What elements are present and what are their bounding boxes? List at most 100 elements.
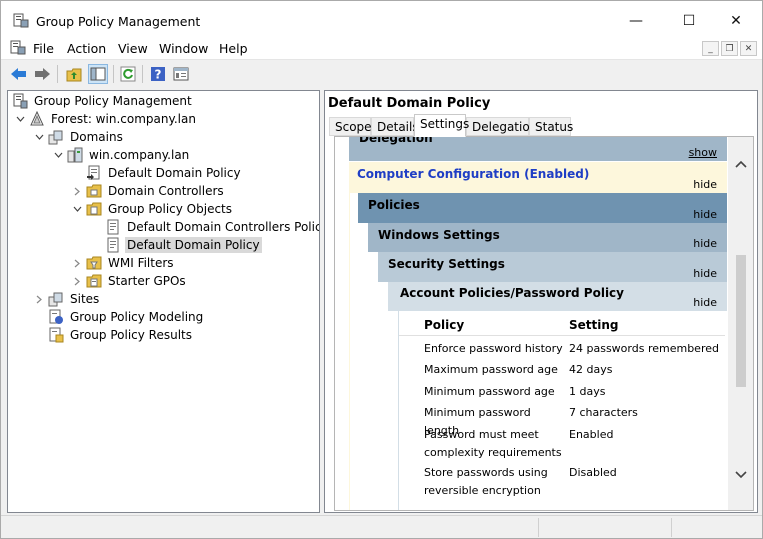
toolbar-separator: [113, 65, 114, 83]
hide-computer-link[interactable]: hide: [693, 178, 717, 191]
tab-scope[interactable]: Scope: [329, 117, 372, 136]
tab-settings[interactable]: Settings: [414, 114, 469, 137]
tree-item-gpm-root[interactable]: Group Policy Management: [12, 92, 194, 110]
gpm-app-icon: [13, 13, 29, 28]
menu-action[interactable]: Action: [67, 41, 106, 56]
tree-item-gp-results[interactable]: Group Policy Results: [48, 326, 194, 344]
tab-delegation[interactable]: Delegation: [466, 117, 537, 136]
back-arrow-icon[interactable]: [10, 65, 28, 83]
scroll-up-icon[interactable]: [733, 156, 749, 172]
table-row: Store passwords using reversible encrypt…: [424, 466, 617, 497]
status-segment: [671, 518, 761, 537]
hide-policies-link[interactable]: hide: [693, 208, 717, 221]
table-row: Enforce password history 24 passwords re…: [424, 342, 719, 355]
scrollbar-thumb[interactable]: [736, 255, 746, 387]
menu-window[interactable]: Window: [159, 41, 208, 56]
expand-chevron-icon[interactable]: [71, 275, 83, 287]
collapse-chevron-icon[interactable]: [52, 149, 64, 161]
tree-item-gpo-default-domain-controllers-policy[interactable]: Default Domain Controllers Policy: [105, 218, 319, 236]
settings-report[interactable]: Delegation show Computer Configuration (…: [334, 136, 754, 511]
collapse-chevron-icon[interactable]: [33, 131, 45, 143]
collapse-chevron-icon[interactable]: [14, 113, 26, 125]
maximize-button[interactable]: ☐: [669, 7, 709, 35]
band-windows-settings: Windows Settings hide: [368, 223, 727, 252]
band-security-settings: Security Settings hide: [378, 252, 727, 282]
band-security-header: Security Settings: [388, 257, 505, 271]
toolbar: ?: [1, 59, 762, 87]
column-header-setting: Setting: [569, 318, 619, 332]
menu-help[interactable]: Help: [219, 41, 248, 56]
gpo-icon: [105, 219, 121, 235]
forest-icon: [29, 110, 45, 127]
gpo-link-icon: [86, 165, 102, 181]
hide-windows-link[interactable]: hide: [693, 237, 717, 250]
expand-chevron-icon[interactable]: [71, 257, 83, 269]
starter-gpo-folder-icon: [86, 273, 102, 289]
band-delegation: Delegation show: [349, 137, 727, 161]
scroll-down-icon[interactable]: [733, 467, 749, 483]
tree-item-link-default-domain-policy[interactable]: Default Domain Policy: [86, 164, 243, 182]
mdi-close-button[interactable]: ✕: [740, 41, 757, 56]
tree-item-domain-win-company-lan[interactable]: win.company.lan: [52, 146, 191, 164]
band-policies-header: Policies: [368, 198, 420, 212]
minimize-button[interactable]: —: [616, 7, 656, 35]
vertical-scrollbar[interactable]: [728, 137, 753, 510]
band-computer-configuration: Computer Configuration (Enabled) hide: [349, 162, 727, 193]
tree-item-gp-modeling[interactable]: Group Policy Modeling: [48, 308, 205, 326]
results-icon: [48, 327, 64, 343]
menu-view[interactable]: View: [118, 41, 148, 56]
tree-item-domains[interactable]: Domains: [33, 128, 125, 146]
hide-security-link[interactable]: hide: [693, 267, 717, 280]
toolbar-separator: [57, 65, 58, 83]
expand-chevron-icon[interactable]: [33, 293, 45, 305]
status-bar: [1, 515, 762, 538]
table-row: Minimum password length 7 characters: [424, 406, 638, 437]
tree-item-domain-controllers[interactable]: Domain Controllers: [71, 182, 226, 200]
console-tree[interactable]: Group Policy Management Forest: win.comp…: [7, 90, 320, 513]
refresh-icon[interactable]: [119, 65, 137, 83]
details-title: Default Domain Policy: [328, 96, 491, 111]
mdi-minimize-button[interactable]: _: [702, 41, 719, 56]
properties-pane-icon[interactable]: [172, 65, 190, 83]
table-row: Maximum password age 42 days: [424, 363, 613, 376]
gpo-icon: [105, 237, 121, 253]
hide-account-link[interactable]: hide: [693, 296, 717, 309]
band-delegation-header: Delegation: [359, 137, 433, 145]
show-delegation-link[interactable]: show: [689, 146, 717, 159]
show-hide-tree-icon[interactable]: [88, 64, 108, 84]
tree-item-group-policy-objects[interactable]: Group Policy Objects: [71, 200, 234, 218]
help-icon[interactable]: ?: [149, 65, 167, 83]
settings-report-content: Delegation show Computer Configuration (…: [335, 137, 727, 510]
tree-item-starter-gpos[interactable]: Starter GPOs: [71, 272, 188, 290]
document-icon[interactable]: [10, 40, 26, 55]
tab-status[interactable]: Status: [529, 117, 573, 136]
band-indent-rule: [349, 193, 350, 510]
menu-bar: File Action View Window Help _ ❐ ✕: [1, 37, 762, 59]
band-computer-header: Computer Configuration (Enabled): [357, 167, 590, 181]
forward-arrow-icon[interactable]: [33, 65, 51, 83]
up-folder-icon[interactable]: [65, 65, 83, 83]
tree-item-wmi-filters[interactable]: WMI Filters: [71, 254, 176, 272]
expand-chevron-icon[interactable]: [71, 185, 83, 197]
tree-item-gpo-default-domain-policy[interactable]: Default Domain Policy: [105, 236, 262, 254]
details-pane: Default Domain Policy Scope Details Sett…: [324, 90, 758, 513]
collapse-chevron-icon[interactable]: [71, 203, 83, 215]
tree-item-sites[interactable]: Sites: [33, 290, 101, 308]
menu-file[interactable]: File: [33, 41, 54, 56]
svg-text:?: ?: [155, 68, 162, 82]
window-title: Group Policy Management: [36, 14, 201, 29]
domain-icon: [67, 147, 83, 163]
tree-item-forest[interactable]: Forest: win.company.lan: [14, 110, 198, 128]
sites-icon: [48, 291, 64, 307]
close-button[interactable]: ✕: [716, 7, 756, 35]
toolbar-separator: [142, 65, 143, 83]
gpo-folder-icon: [86, 201, 102, 217]
mdi-restore-button[interactable]: ❐: [721, 41, 738, 56]
status-segment: [538, 518, 671, 537]
wmi-folder-icon: [86, 255, 102, 271]
app-window: Group Policy Management — ☐ ✕ File Actio…: [0, 0, 763, 539]
tab-details[interactable]: Details: [371, 117, 419, 136]
table-header-row: Policy Setting: [398, 316, 725, 336]
ou-folder-icon: [86, 183, 102, 199]
table-row: Password must meet complexity requiremen…: [424, 428, 614, 459]
